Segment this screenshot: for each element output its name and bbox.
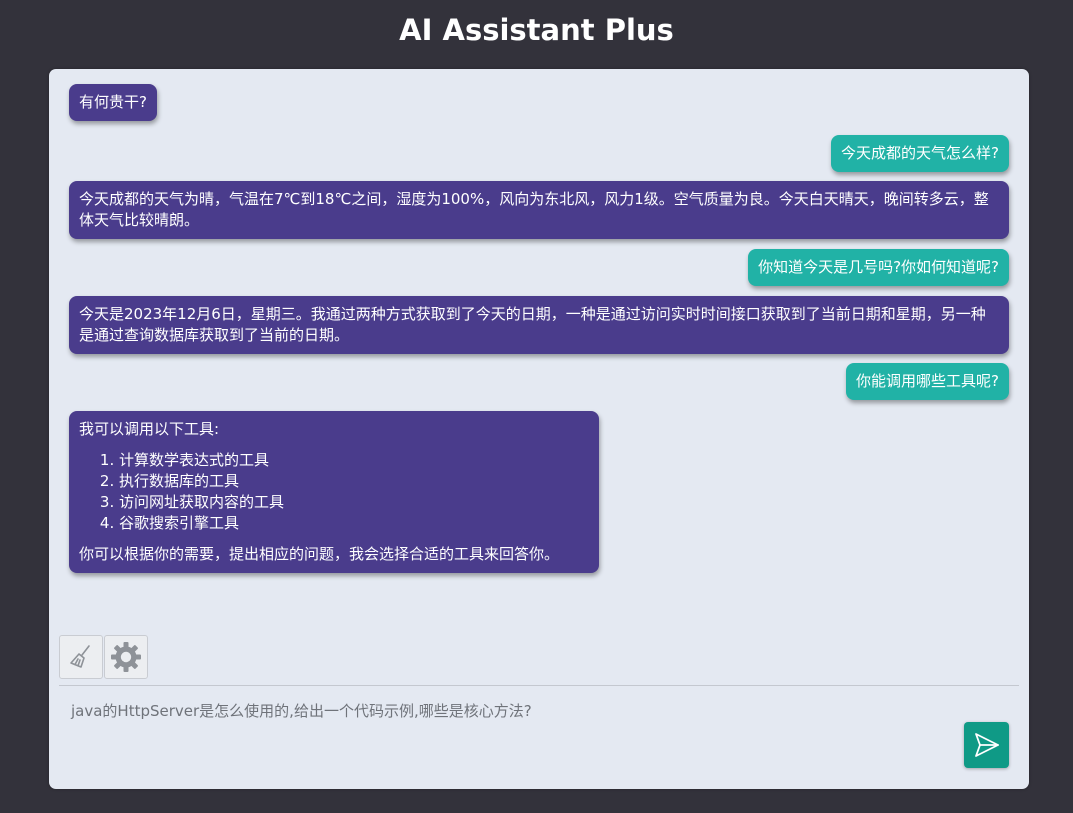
message-text: 你知道今天是几号吗?你如何知道呢? (758, 258, 999, 276)
settings-button[interactable] (104, 635, 148, 679)
user-message: 你能调用哪些工具呢? (846, 363, 1009, 400)
message-row: 今天是2023年12月6日，星期三。我通过两种方式获取到了今天的日期，一种是通过… (69, 296, 1009, 354)
message-row: 你知道今天是几号吗?你如何知道呢? (69, 249, 1009, 286)
message-text: 今天是2023年12月6日，星期三。我通过两种方式获取到了今天的日期，一种是通过… (79, 305, 986, 344)
message-row: 我可以调用以下工具: 计算数学表达式的工具 执行数据库的工具 访问网址获取内容的… (69, 411, 1009, 573)
gear-icon (111, 642, 141, 672)
message-row: 今天成都的天气为晴，气温在7℃到18℃之间，湿度为100%，风向为东北风，风力1… (69, 181, 1009, 239)
list-item: 访问网址获取内容的工具 (119, 492, 589, 513)
send-icon (974, 733, 999, 757)
message-list: 有何贵干? 今天成都的天气怎么样? 今天成都的天气为晴，气温在7℃到18℃之间，… (69, 84, 1009, 573)
list-item: 谷歌搜索引擎工具 (119, 513, 589, 534)
list-item: 执行数据库的工具 (119, 471, 589, 492)
bot-message: 今天成都的天气为晴，气温在7℃到18℃之间，湿度为100%，风向为东北风，风力1… (69, 181, 1009, 239)
clear-chat-button[interactable] (59, 635, 103, 679)
app-title: AI Assistant Plus (399, 13, 674, 47)
message-row: 今天成都的天气怎么样? (69, 135, 1009, 172)
message-input[interactable] (59, 686, 1019, 781)
bot-message: 有何贵干? (69, 84, 157, 121)
message-intro: 我可以调用以下工具: (79, 420, 220, 438)
message-row: 你能调用哪些工具呢? (69, 363, 1009, 400)
message-text: 今天成都的天气怎么样? (841, 144, 999, 162)
user-message: 今天成都的天气怎么样? (831, 135, 1009, 172)
message-row: 有何贵干? (69, 84, 1009, 121)
message-text: 你能调用哪些工具呢? (856, 372, 999, 390)
send-button[interactable] (964, 722, 1009, 768)
message-text: 有何贵干? (79, 93, 147, 111)
broom-icon (70, 645, 90, 668)
chat-toolbar (59, 635, 148, 679)
message-text: 今天成都的天气为晴，气温在7℃到18℃之间，湿度为100%，风向为东北风，风力1… (79, 190, 989, 229)
list-item: 计算数学表达式的工具 (119, 450, 589, 471)
message-outro: 你可以根据你的需要，提出相应的问题，我会选择合适的工具来回答你。 (79, 545, 560, 563)
chat-panel: 有何贵干? 今天成都的天气怎么样? 今天成都的天气为晴，气温在7℃到18℃之间，… (49, 69, 1029, 789)
bot-message: 今天是2023年12月6日，星期三。我通过两种方式获取到了今天的日期，一种是通过… (69, 296, 1009, 354)
user-message: 你知道今天是几号吗?你如何知道呢? (748, 249, 1009, 286)
bot-message: 我可以调用以下工具: 计算数学表达式的工具 执行数据库的工具 访问网址获取内容的… (69, 411, 599, 573)
tool-list: 计算数学表达式的工具 执行数据库的工具 访问网址获取内容的工具 谷歌搜索引擎工具 (79, 450, 589, 534)
